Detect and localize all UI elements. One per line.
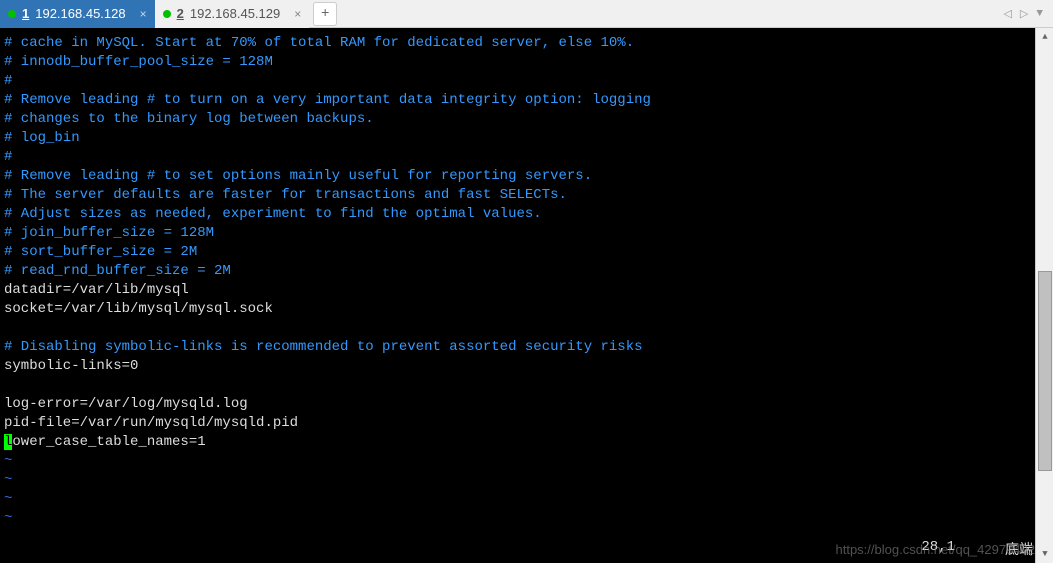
scroll-up-icon[interactable]: ▲ [1036, 28, 1053, 46]
nav-down-icon[interactable]: ▼ [1034, 8, 1045, 20]
terminal-line: # Remove leading # to set options mainly… [4, 167, 1031, 186]
cursor: l [4, 434, 12, 450]
terminal-line: # Adjust sizes as needed, experiment to … [4, 205, 1031, 224]
terminal-line: ~ [4, 509, 1031, 528]
scrollbar: ▲ ▼ [1035, 28, 1053, 563]
nav-left-icon[interactable]: ◁ [1001, 7, 1013, 21]
terminal-line: # log_bin [4, 129, 1031, 148]
vim-status-bar: 28,1 底端 [921, 539, 1033, 559]
terminal-line: # The server defaults are faster for tra… [4, 186, 1031, 205]
tab-label: 192.168.45.128 [35, 6, 125, 21]
tab-number: 1 [22, 6, 29, 21]
scroll-thumb[interactable] [1038, 271, 1052, 471]
terminal-line: ~ [4, 490, 1031, 509]
terminal-line: # sort_buffer_size = 2M [4, 243, 1031, 262]
terminal-line: socket=/var/lib/mysql/mysql.sock [4, 300, 1031, 319]
terminal-line: # join_buffer_size = 128M [4, 224, 1031, 243]
tab-bar: 1 192.168.45.128 × 2 192.168.45.129 × + … [0, 0, 1053, 28]
scroll-mode: 底端 [1005, 539, 1033, 559]
tab-label: 192.168.45.129 [190, 6, 280, 21]
terminal-line [4, 376, 1031, 395]
terminal-line: # Disabling symbolic-links is recommende… [4, 338, 1031, 357]
status-dot-icon [8, 10, 16, 18]
nav-right-icon[interactable]: ▷ [1018, 7, 1030, 21]
status-dot-icon [163, 10, 171, 18]
terminal-line: datadir=/var/lib/mysql [4, 281, 1031, 300]
terminal-line: lower_case_table_names=1 [4, 433, 1031, 452]
terminal-line: symbolic-links=0 [4, 357, 1031, 376]
add-tab-button[interactable]: + [313, 2, 337, 26]
terminal-line: # innodb_buffer_pool_size = 128M [4, 53, 1031, 72]
cursor-position: 28,1 [921, 539, 955, 559]
tab-2[interactable]: 2 192.168.45.129 × [155, 0, 310, 28]
scroll-track[interactable] [1036, 46, 1053, 545]
terminal-line: ~ [4, 471, 1031, 490]
terminal-line: # cache in MySQL. Start at 70% of total … [4, 34, 1031, 53]
terminal-line: # [4, 148, 1031, 167]
tab-1[interactable]: 1 192.168.45.128 × [0, 0, 155, 28]
terminal-line: log-error=/var/log/mysqld.log [4, 395, 1031, 414]
tab-number: 2 [177, 6, 184, 21]
terminal-line: # read_rnd_buffer_size = 2M [4, 262, 1031, 281]
close-icon[interactable]: × [140, 7, 147, 21]
terminal-line: # Remove leading # to turn on a very imp… [4, 91, 1031, 110]
terminal[interactable]: # cache in MySQL. Start at 70% of total … [0, 28, 1035, 563]
tab-nav: ◁ ▷ ▼ [1001, 7, 1053, 21]
scroll-down-icon[interactable]: ▼ [1036, 545, 1053, 563]
terminal-line [4, 319, 1031, 338]
terminal-line: pid-file=/var/run/mysqld/mysqld.pid [4, 414, 1031, 433]
terminal-line: ~ [4, 452, 1031, 471]
terminal-line: # [4, 72, 1031, 91]
terminal-container: # cache in MySQL. Start at 70% of total … [0, 28, 1053, 563]
close-icon[interactable]: × [294, 7, 301, 21]
terminal-line: # changes to the binary log between back… [4, 110, 1031, 129]
